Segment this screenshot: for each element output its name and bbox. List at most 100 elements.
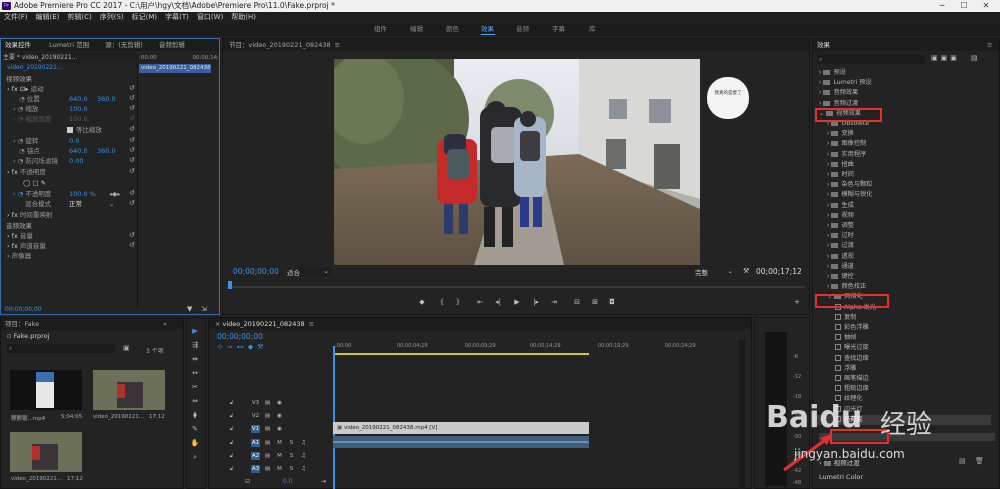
effect-item-30[interactable]: 画笔描边 <box>813 374 991 384</box>
project-title[interactable]: 项目：Fake <box>5 320 39 328</box>
pen-icon[interactable]: ✎ <box>190 424 200 434</box>
work-area-bar[interactable] <box>333 353 589 355</box>
trash-icon[interactable]: 🗑︎ <box>975 457 984 465</box>
reset-icon[interactable]: ↺ <box>129 231 137 239</box>
mute-button[interactable]: M <box>275 452 284 460</box>
position-y-value[interactable]: 360.0 <box>97 94 116 104</box>
anchor-x-value[interactable]: 640.0 <box>69 146 88 156</box>
track-label-v1[interactable]: V1 <box>251 424 260 433</box>
reset-icon[interactable]: ↺ <box>129 189 137 197</box>
mic-icon[interactable]: ♫ <box>299 465 308 473</box>
effects-folder-15[interactable]: › 调整 <box>813 221 991 231</box>
master-clip-name[interactable]: 主要 * video_20190221... <box>3 54 77 61</box>
menu-edit[interactable]: 编辑(E) <box>36 12 60 23</box>
effect-item-29[interactable]: 浮雕 <box>813 364 991 374</box>
timeline-timecode[interactable]: 00;00;00;00 <box>217 332 263 341</box>
lock-icon[interactable]: 🔓︎ <box>227 425 236 433</box>
track-label-a2[interactable]: A2 <box>251 451 260 460</box>
reset-icon[interactable]: ↺ <box>129 241 137 249</box>
effect-controls-clip-selector[interactable]: 主要 * video_20190221... video_20190221... <box>3 53 137 71</box>
effects-folder-17[interactable]: › 过渡 <box>813 241 991 251</box>
minimize-button[interactable]: ─ <box>931 0 953 12</box>
add-button-icon[interactable]: + <box>792 298 802 306</box>
reset-icon[interactable]: ↺ <box>129 199 137 207</box>
effects-search-input[interactable]: ⌕ <box>817 55 925 64</box>
slide-icon[interactable]: ⧫ <box>190 410 200 420</box>
position-x-value[interactable]: 640.0 <box>69 94 88 104</box>
track-target[interactable] <box>239 452 248 460</box>
step-forward-icon[interactable]: |▸ <box>531 298 541 306</box>
rotation-value[interactable]: 0.0 <box>69 136 79 146</box>
effects-folder-19[interactable]: › 通道 <box>813 262 991 272</box>
new-bin-icon[interactable]: ▤ <box>959 457 966 465</box>
sync-lock-icon[interactable]: ▤ <box>263 439 272 447</box>
lock-icon[interactable]: 🔓︎ <box>227 439 236 447</box>
eye-icon[interactable]: ◉ <box>275 412 284 420</box>
uniform-scale-checkbox[interactable] <box>67 127 73 133</box>
effects-folder-9[interactable]: › 扭曲 <box>813 160 991 170</box>
program-timecode[interactable]: 00;00;00;00 <box>233 267 279 276</box>
sync-lock-icon[interactable]: ▤ <box>263 399 272 407</box>
sync-lock-icon[interactable]: ▤ <box>263 425 272 433</box>
uniform-scale-row[interactable]: 等比缩放 ↺ <box>67 125 137 135</box>
menu-file[interactable]: 文件(F) <box>4 12 28 23</box>
new-bin-icon[interactable]: ▣ <box>123 344 130 352</box>
new-bin-icon[interactable]: ▤ <box>971 54 978 62</box>
panel-menu-icon[interactable]: ≡ <box>309 320 314 328</box>
effects-folder-6[interactable]: › 变换 <box>813 129 991 139</box>
effects-folder-0[interactable]: › 预设 <box>813 68 991 78</box>
channel-volume-row[interactable]: › fx 声道音量 ↺ <box>7 241 137 251</box>
reset-icon[interactable]: ↺ <box>129 156 137 164</box>
opacity-group-row[interactable]: › fx 不透明度 ↺ <box>7 167 137 177</box>
menu-help[interactable]: 帮助(H) <box>231 12 256 23</box>
blend-mode-select[interactable]: 正常 <box>69 199 82 209</box>
zoom-select[interactable]: 适合 ⌄ <box>287 267 331 277</box>
zoom-icon[interactable]: ⌕ <box>190 452 200 462</box>
effect-item-24[interactable]: 复制 <box>813 313 991 323</box>
pen-mask-icon[interactable]: ✎ <box>41 179 46 187</box>
ec-clip-bar[interactable]: video_20190221_082438.m <box>139 64 211 73</box>
reset-icon[interactable]: ↺ <box>129 136 137 144</box>
mark-in-icon[interactable]: { <box>437 298 447 306</box>
sync-lock-icon[interactable]: ▤ <box>263 452 272 460</box>
slip-icon[interactable]: ⇔ <box>190 396 200 406</box>
mute-button[interactable]: M <box>275 439 284 447</box>
thumbnail-1[interactable] <box>10 370 82 410</box>
scale-value[interactable]: 100.0 <box>69 104 88 114</box>
effects-title[interactable]: 效果 <box>817 41 830 49</box>
tab-source[interactable]: 源：(无剪辑) <box>105 41 143 49</box>
wrench-icon[interactable]: ⚒ <box>743 267 749 275</box>
step-back-icon[interactable]: ◂| <box>493 298 503 306</box>
menu-marker[interactable]: 标记(M) <box>132 12 158 23</box>
resolution-select[interactable]: 完整 ⌄ <box>695 267 735 277</box>
effects-folder-12[interactable]: › 模糊与锐化 <box>813 190 991 200</box>
effect-item-28[interactable]: 查找边缘 <box>813 354 991 364</box>
master-volume-value[interactable]: 0.0 <box>283 478 293 485</box>
extract-icon[interactable]: ⊞ <box>590 298 600 306</box>
reset-icon[interactable]: ↺ <box>129 125 137 133</box>
menu-title[interactable]: 字幕(T) <box>165 12 189 23</box>
master-end-icon[interactable]: ⇥ <box>321 478 326 485</box>
effects-folder-21[interactable]: › 颜色校正 <box>813 282 991 292</box>
thumbnail-3[interactable] <box>10 432 82 472</box>
playback-scrubber[interactable] <box>227 286 805 288</box>
ripple-edit-icon[interactable]: ⇹ <box>190 354 200 364</box>
time-remap-row[interactable]: › fx 时间重映射 <box>7 210 137 220</box>
track-target[interactable] <box>239 399 248 407</box>
keyframe-nav-icon[interactable]: ◂◆▸ <box>109 189 121 199</box>
close-icon[interactable]: × <box>215 320 223 328</box>
lock-icon[interactable]: 🔓︎ <box>227 465 236 473</box>
effects-folder-8[interactable]: › 实用程序 <box>813 150 991 160</box>
ellipse-mask-icon[interactable]: ◯ <box>23 179 32 187</box>
effects-folder-16[interactable]: › 过时 <box>813 231 991 241</box>
menu-sequence[interactable]: 序列(S) <box>100 12 124 23</box>
export-icon[interactable]: ⇲ <box>201 305 207 313</box>
effects-folder-11[interactable]: › 杂色与颗粒 <box>813 180 991 190</box>
panner-row[interactable]: › 声像器 <box>7 251 137 261</box>
video-clip[interactable]: ▣ video_20190221_082438.mp4 [V] <box>333 422 589 434</box>
sync-lock-icon[interactable]: ▤ <box>263 412 272 420</box>
stopwatch-icon[interactable]: ◔ <box>19 95 27 103</box>
effects-folder-20[interactable]: › 键控 <box>813 272 991 282</box>
sequence-tab[interactable]: video_20190221_082438 <box>223 320 305 328</box>
panel-menu-icon[interactable]: ≡ <box>987 39 992 51</box>
